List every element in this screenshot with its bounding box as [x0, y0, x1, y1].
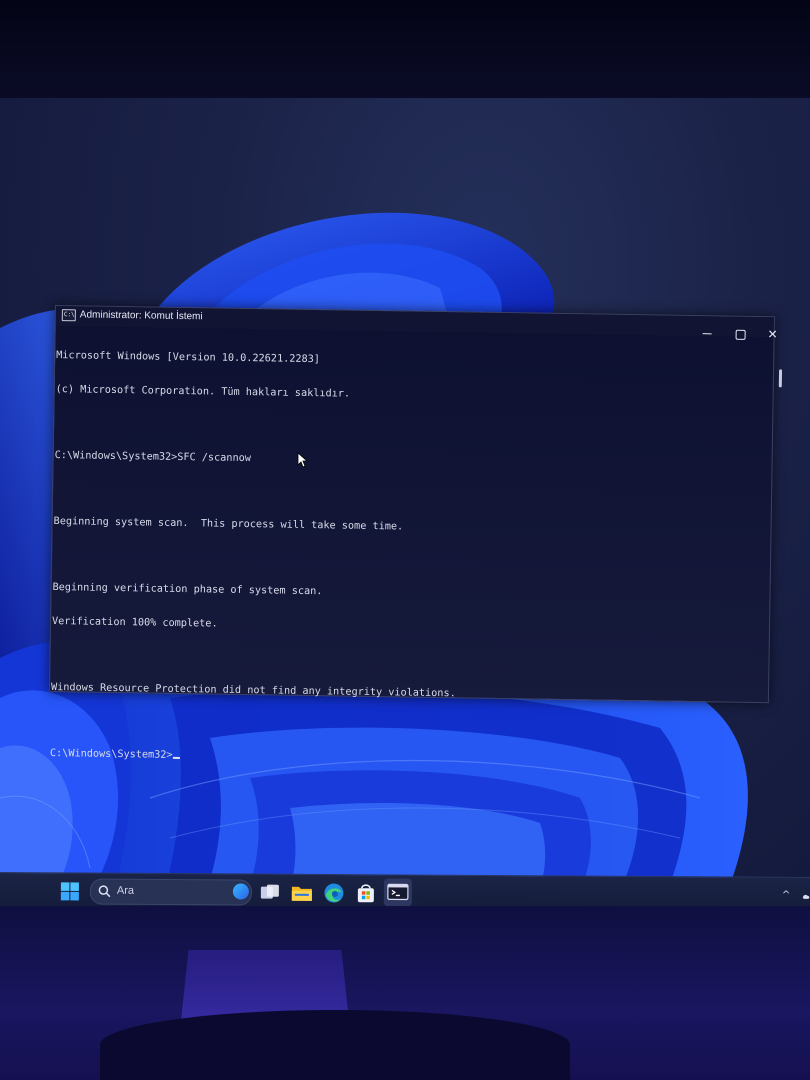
file-explorer-icon[interactable]	[290, 881, 314, 905]
prompt-line[interactable]: C:\Windows\System32>	[50, 748, 750, 770]
console-line: Microsoft Windows [Version 10.0.22621.22…	[56, 350, 321, 366]
console-line: (c) Microsoft Corporation. Tüm hakları s…	[55, 384, 351, 400]
scrollbar-thumb[interactable]	[778, 369, 783, 388]
tray-chevron-icon[interactable]: ^	[782, 890, 792, 901]
search-placeholder: Ara	[116, 884, 135, 897]
command-prompt-window[interactable]: C:\ Administrator: Komut İstemi ✕ Micros…	[48, 305, 783, 760]
onedrive-icon[interactable]	[802, 890, 810, 902]
bing-icon[interactable]	[232, 883, 249, 900]
console-output[interactable]: Microsoft Windows [Version 10.0.22621.22…	[50, 328, 757, 792]
monitor-stand-base	[100, 1010, 570, 1080]
console-line: Verification 100% complete.	[51, 615, 218, 630]
close-button[interactable]: ✕	[758, 325, 786, 343]
console-line: Beginning system scan. This process will…	[53, 516, 404, 533]
terminal-icon[interactable]	[383, 878, 412, 907]
start-icon[interactable]	[60, 881, 80, 901]
close-icon: ✕	[767, 327, 778, 342]
search-icon	[98, 885, 111, 898]
console-line: Beginning verification phase of system s…	[52, 581, 323, 598]
cmd-icon: C:\	[61, 309, 76, 322]
prompt-text: C:\Windows\System32>	[49, 747, 173, 761]
monitor-top-bezel	[0, 0, 810, 100]
edge-icon[interactable]	[322, 881, 346, 905]
store-icon[interactable]	[354, 881, 378, 905]
taskbar-search-box[interactable]: Ara	[89, 878, 252, 906]
window-title: Administrator: Komut İstemi	[79, 309, 203, 323]
task-view-icon[interactable]	[258, 881, 282, 905]
console-line: Windows Resource Protection did not find…	[50, 681, 456, 699]
mouse-pointer-icon	[297, 452, 308, 468]
photo-scene: C:\ Administrator: Komut İstemi ✕ Micros…	[0, 0, 810, 1080]
console-line: C:\Windows\System32>SFC /scannow	[54, 450, 251, 465]
text-cursor	[172, 756, 180, 759]
minimize-icon	[702, 333, 712, 335]
